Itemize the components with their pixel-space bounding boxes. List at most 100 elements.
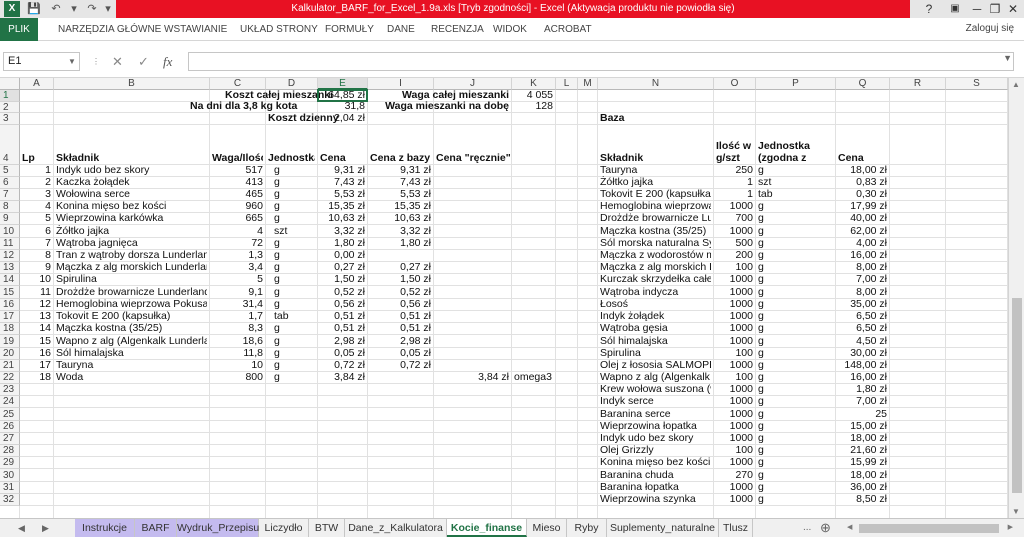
- base-item-name[interactable]: Baranina chuda: [600, 469, 711, 481]
- base-item-qty[interactable]: 700: [716, 212, 753, 224]
- base-item-price[interactable]: 148,00 zł: [838, 359, 887, 371]
- worksheet-grid[interactable]: A B C D E I J K L M N O P Q R S 1 2 3 4 5 6 7 8 9 10 11 12 13 14 15 16 1…: [0, 78, 1008, 518]
- row-header[interactable]: 26: [0, 421, 20, 433]
- base-item-unit[interactable]: g: [758, 335, 833, 347]
- ingredient-unit[interactable]: g: [274, 164, 315, 176]
- base-item-unit[interactable]: g: [758, 286, 833, 298]
- base-item-qty[interactable]: 500: [716, 237, 753, 249]
- base-item-price[interactable]: 36,00 zł: [838, 481, 887, 493]
- base-item-qty[interactable]: 100: [716, 261, 753, 273]
- ingredient-lp[interactable]: 7: [22, 237, 51, 249]
- base-item-price[interactable]: 8,00 zł: [838, 261, 887, 273]
- tab-review[interactable]: RECENZJA: [431, 18, 484, 41]
- ingredient-qty[interactable]: 413: [212, 176, 263, 188]
- ingredient-lp[interactable]: 8: [22, 249, 51, 261]
- tab-page-layout[interactable]: UKŁAD STRONY: [240, 18, 318, 41]
- redo-icon[interactable]: ↷: [84, 1, 100, 17]
- ingredient-lp[interactable]: 11: [22, 286, 51, 298]
- ingredient-manual-price[interactable]: 3,84 zł: [436, 371, 509, 383]
- base-item-name[interactable]: Mączka z wodorostów mo: [600, 249, 711, 261]
- horizontal-scrollbar[interactable]: ◀ ▶: [845, 523, 1015, 534]
- sheet-tab-btw[interactable]: BTW: [309, 519, 345, 537]
- header-jednostka[interactable]: Jednostka: [268, 152, 315, 164]
- ingredient-base-price[interactable]: 15,35 zł: [370, 200, 431, 212]
- base-item-name[interactable]: Hemoglobina wieprzowa P: [600, 200, 711, 212]
- base-item-price[interactable]: 18,00 zł: [838, 469, 887, 481]
- row-header[interactable]: 6: [0, 177, 20, 189]
- horizontal-scroll-thumb[interactable]: [859, 524, 999, 533]
- ingredient-qty[interactable]: 3,4: [212, 261, 263, 273]
- ingredient-base-price[interactable]: 7,43 zł: [370, 176, 431, 188]
- ingredient-base-price[interactable]: 2,98 zł: [370, 335, 431, 347]
- base-item-price[interactable]: 6,50 zł: [838, 310, 887, 322]
- base-header-cena[interactable]: Cena: [838, 152, 887, 164]
- base-item-price[interactable]: 21,60 zł: [838, 444, 887, 456]
- ingredient-qty[interactable]: 31,4: [212, 298, 263, 310]
- base-item-qty[interactable]: 1000: [716, 200, 753, 212]
- base-item-price[interactable]: 62,00 zł: [838, 225, 887, 237]
- ingredient-name[interactable]: Konina mięso bez kości: [56, 200, 207, 212]
- ingredient-name[interactable]: Tauryna: [56, 359, 207, 371]
- base-item-price[interactable]: 0,30 zł: [838, 188, 887, 200]
- base-title[interactable]: Baza: [600, 112, 711, 124]
- ingredient-price[interactable]: 3,84 zł: [320, 371, 365, 383]
- base-item-qty[interactable]: 1000: [716, 493, 753, 505]
- ingredient-base-price[interactable]: 5,53 zł: [370, 188, 431, 200]
- weight-day-label[interactable]: Waga mieszanki na dobę: [370, 100, 509, 112]
- base-item-qty[interactable]: 1000: [716, 322, 753, 334]
- row-header[interactable]: 29: [0, 457, 20, 469]
- base-item-price[interactable]: 40,00 zł: [838, 212, 887, 224]
- base-item-qty[interactable]: 1000: [716, 432, 753, 444]
- ingredient-qty[interactable]: 800: [212, 371, 263, 383]
- sheet-tab-wydruk-przepisu[interactable]: Wydruk_Przepisu: [177, 519, 259, 537]
- ingredient-name[interactable]: Wątroba jagnięca: [56, 237, 207, 249]
- ingredient-qty[interactable]: 18,6: [212, 335, 263, 347]
- ingredient-base-price[interactable]: 10,63 zł: [370, 212, 431, 224]
- ingredient-price[interactable]: 0,56 zł: [320, 298, 365, 310]
- base-item-qty[interactable]: 1: [716, 176, 753, 188]
- ingredient-lp[interactable]: 18: [22, 371, 51, 383]
- ingredient-lp[interactable]: 13: [22, 310, 51, 322]
- row-header[interactable]: 4: [0, 125, 20, 165]
- base-item-qty[interactable]: 270: [716, 469, 753, 481]
- base-item-unit[interactable]: g: [758, 212, 833, 224]
- undo-dropdown-icon[interactable]: ▾: [68, 1, 80, 17]
- base-item-name[interactable]: Wieprzowina łopatka: [600, 420, 711, 432]
- row-header[interactable]: 19: [0, 335, 20, 348]
- base-header-skladnik[interactable]: Składnik: [600, 152, 711, 164]
- row-header[interactable]: 11: [0, 238, 20, 250]
- sheet-tab-kocie-finanse[interactable]: Kocie_finanse: [447, 519, 527, 537]
- col-r-header[interactable]: R: [890, 78, 946, 90]
- base-item-price[interactable]: 7,00 zł: [838, 395, 887, 407]
- sheet-tab-instrukcje[interactable]: Instrukcje: [75, 519, 135, 537]
- base-item-unit[interactable]: szt: [758, 176, 833, 188]
- ingredient-qty[interactable]: 465: [212, 188, 263, 200]
- ingredient-name[interactable]: Wapno z alg (Algenkalk Lunderland: [56, 335, 207, 347]
- base-item-unit[interactable]: g: [758, 237, 833, 249]
- base-item-name[interactable]: Drożdże browarnicze Lund: [600, 212, 711, 224]
- base-item-qty[interactable]: 1000: [716, 420, 753, 432]
- ingredient-price[interactable]: 0,51 zł: [320, 322, 365, 334]
- ingredient-price[interactable]: 0,51 zł: [320, 310, 365, 322]
- base-item-unit[interactable]: g: [758, 164, 833, 176]
- enter-formula-icon[interactable]: ✓: [138, 52, 149, 71]
- header-cena-bazy[interactable]: Cena z bazy: [370, 152, 431, 164]
- base-item-qty[interactable]: 100: [716, 347, 753, 359]
- base-item-name[interactable]: Indyk udo bez skory: [600, 432, 711, 444]
- base-item-name[interactable]: Sól himalajska: [600, 335, 711, 347]
- base-item-price[interactable]: 8,00 zł: [838, 286, 887, 298]
- ingredient-base-price[interactable]: 0,56 zł: [370, 298, 431, 310]
- row-header[interactable]: 21: [0, 360, 20, 372]
- row-header[interactable]: 31: [0, 482, 20, 494]
- ingredient-lp[interactable]: 4: [22, 200, 51, 212]
- base-item-unit[interactable]: g: [758, 469, 833, 481]
- header-skladnik[interactable]: Składnik: [56, 152, 207, 164]
- base-item-unit[interactable]: g: [758, 371, 833, 383]
- base-item-qty[interactable]: 1000: [716, 408, 753, 420]
- header-waga[interactable]: Waga/Ilość: [212, 152, 263, 164]
- row-header[interactable]: 7: [0, 189, 20, 201]
- row-header[interactable]: 20: [0, 348, 20, 360]
- ingredient-name[interactable]: Kaczka żołądek: [56, 176, 207, 188]
- tab-formulas[interactable]: FORMUŁY: [325, 18, 374, 41]
- base-item-qty[interactable]: 250: [716, 164, 753, 176]
